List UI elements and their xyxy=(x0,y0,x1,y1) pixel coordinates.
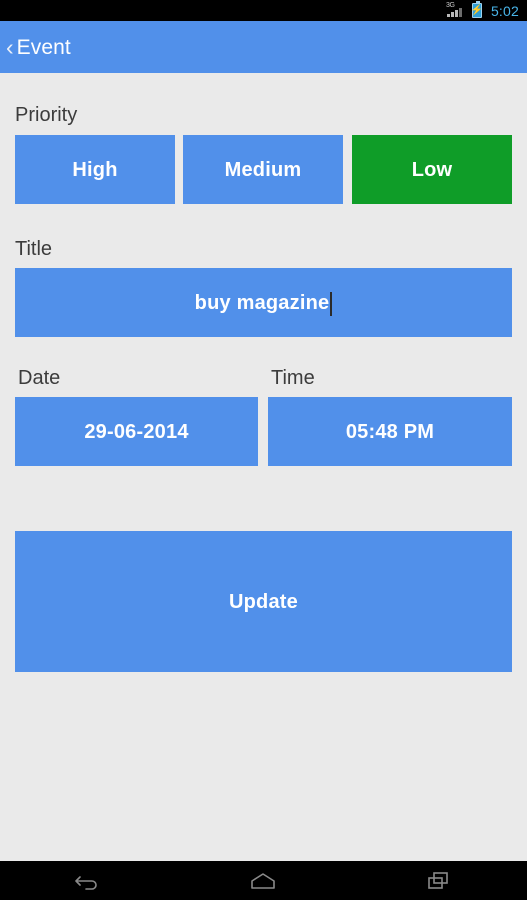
date-value: 29-06-2014 xyxy=(84,420,189,443)
priority-label: Priority xyxy=(15,104,78,126)
status-bar: 3G ⚡ 5:02 xyxy=(0,0,527,21)
action-bar: ‹ Event xyxy=(0,21,527,73)
title-input-value: buy magazine xyxy=(194,291,330,314)
status-icons: 3G ⚡ 5:02 xyxy=(446,1,519,19)
update-button[interactable]: Update xyxy=(15,531,512,672)
home-icon xyxy=(251,872,276,889)
priority-option-high-label: High xyxy=(72,158,118,181)
battery-bolt-glyph: ⚡ xyxy=(470,4,484,16)
priority-option-low[interactable]: Low xyxy=(352,135,512,204)
status-bar-clock: 5:02 xyxy=(490,2,519,19)
back-chevron-icon[interactable]: ‹ xyxy=(4,35,17,59)
form-content: Priority High Medium Low Title buy magaz… xyxy=(0,73,527,861)
nav-back-button[interactable] xyxy=(38,861,138,900)
android-screen: 3G ⚡ 5:02 ‹ Event Priority High Medium L… xyxy=(0,0,527,900)
time-label: Time xyxy=(271,367,315,389)
signal-bars-icon: 3G xyxy=(446,2,467,18)
battery-charging-icon: ⚡ xyxy=(470,1,484,18)
time-value: 05:48 PM xyxy=(345,420,435,443)
nav-home-button[interactable] xyxy=(213,861,313,900)
page-title: Event xyxy=(16,35,71,59)
title-label: Title xyxy=(15,238,53,260)
time-picker-field[interactable]: 05:48 PM xyxy=(268,397,512,466)
signal-bars-glyph xyxy=(446,8,462,17)
priority-option-medium-label: Medium xyxy=(224,158,302,181)
title-input[interactable]: buy magazine xyxy=(15,268,512,337)
priority-option-medium[interactable]: Medium xyxy=(183,135,343,204)
back-arrow-icon xyxy=(75,875,97,890)
recents-icon xyxy=(428,871,448,889)
update-button-label: Update xyxy=(229,590,298,613)
date-label: Date xyxy=(18,367,61,389)
priority-option-high[interactable]: High xyxy=(15,135,175,204)
android-navigation-bar xyxy=(0,861,527,900)
text-cursor-icon xyxy=(330,291,333,316)
nav-recents-button[interactable] xyxy=(389,861,489,900)
date-picker-field[interactable]: 29-06-2014 xyxy=(15,397,258,466)
priority-option-low-label: Low xyxy=(411,158,453,181)
